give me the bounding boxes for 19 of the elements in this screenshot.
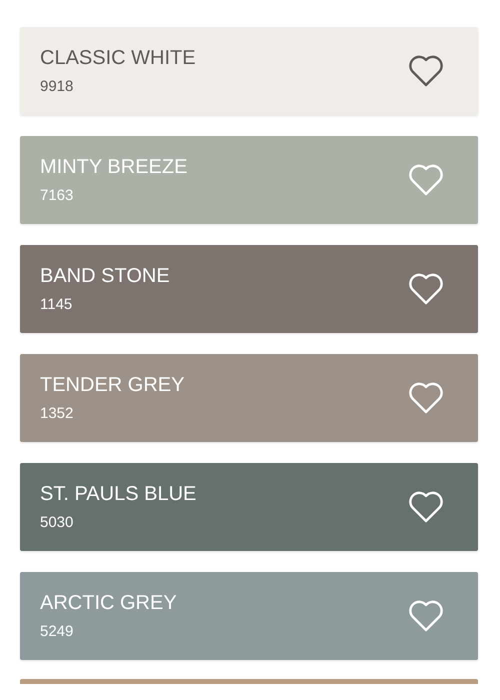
heart-icon[interactable] — [408, 55, 444, 87]
color-name: ARCTIC GREY — [40, 592, 177, 615]
color-code: 1352 — [40, 405, 74, 422]
color-code: 9918 — [40, 78, 74, 95]
color-code: 5030 — [40, 514, 74, 531]
color-swatch-card[interactable]: ST. PAULS BLUE 5030 — [20, 463, 478, 551]
color-swatch-card[interactable]: BAND STONE 1145 — [20, 245, 478, 333]
color-swatch-card[interactable]: TENDER GREY 1352 — [20, 354, 478, 442]
color-name: ST. PAULS BLUE — [40, 483, 196, 506]
color-code: 1145 — [40, 296, 74, 313]
color-swatch-card[interactable] — [20, 679, 478, 684]
color-swatch-card[interactable]: ARCTIC GREY 5249 — [20, 572, 478, 660]
color-code: 7163 — [40, 187, 74, 204]
color-name: MINTY BREEZE — [40, 156, 188, 179]
color-swatch-card[interactable]: CLASSIC WHITE 9918 — [20, 27, 478, 115]
color-code: 5249 — [40, 623, 74, 640]
color-name: BAND STONE — [40, 265, 170, 288]
color-name: TENDER GREY — [40, 374, 184, 397]
color-name: CLASSIC WHITE — [40, 47, 196, 70]
